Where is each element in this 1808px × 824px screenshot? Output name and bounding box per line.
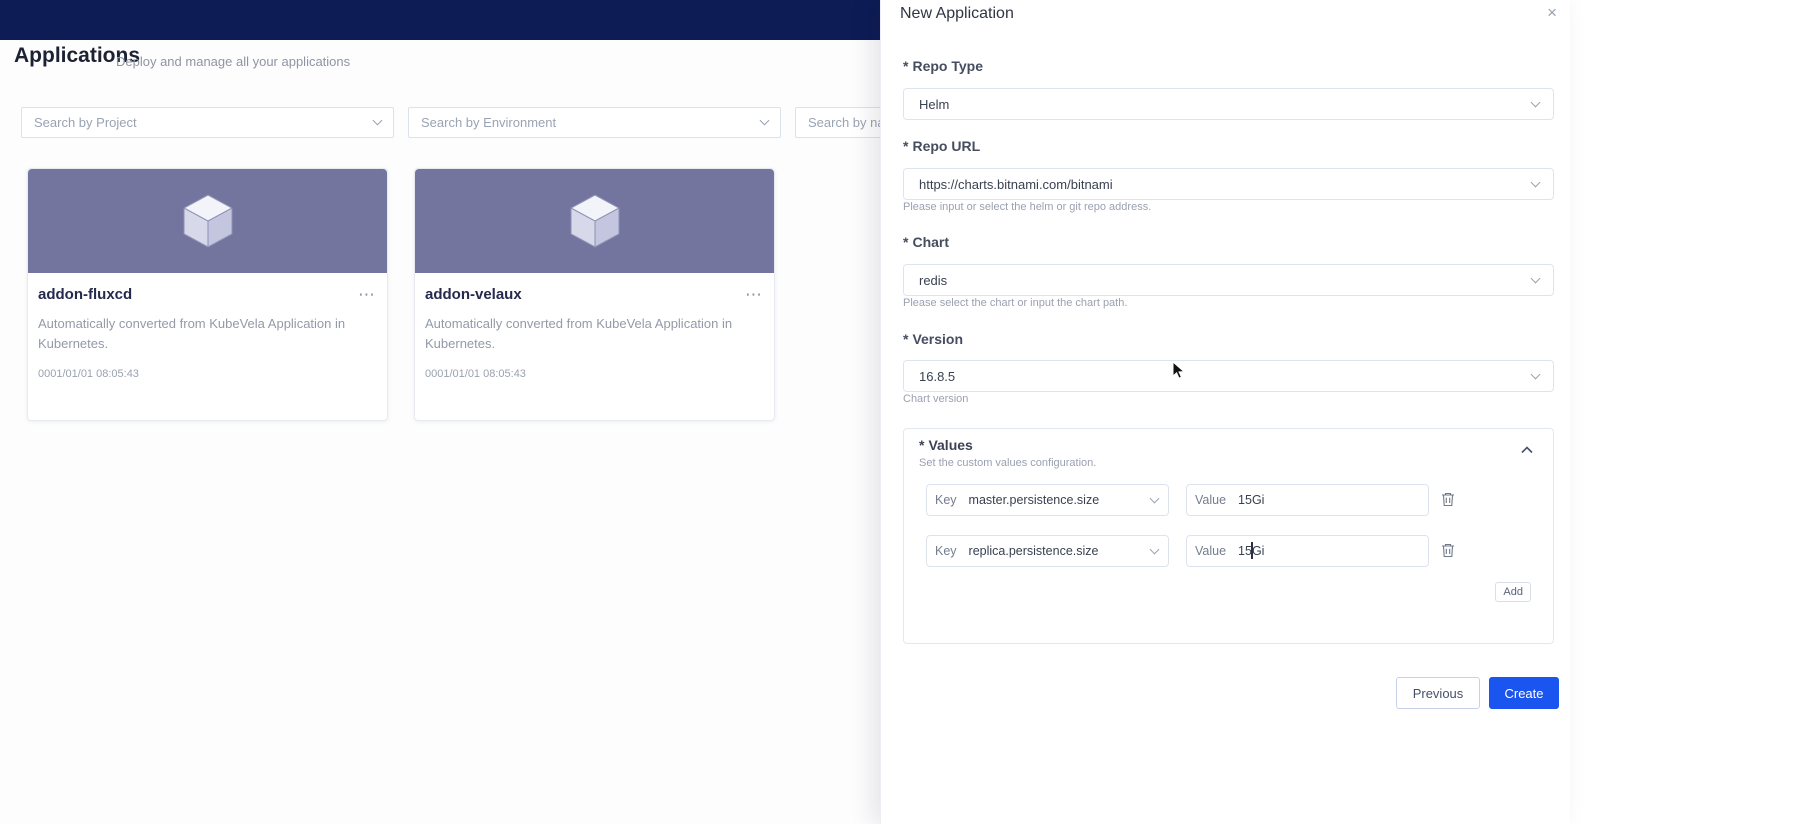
add-value-button[interactable]: Add xyxy=(1495,582,1531,602)
values-key-select[interactable]: Key master.persistence.size xyxy=(926,484,1169,516)
values-section: *Values Set the custom values configurat… xyxy=(903,428,1554,644)
chevron-down-icon xyxy=(373,116,383,126)
project-filter-placeholder: Search by Project xyxy=(34,115,137,130)
value-input[interactable] xyxy=(1238,493,1418,507)
required-mark: * xyxy=(903,58,908,74)
chart-select[interactable]: redis xyxy=(903,264,1554,296)
application-card[interactable]: addon-velaux ⋯ Automatically converted f… xyxy=(414,168,775,421)
page-subtitle: Deploy and manage all your applications xyxy=(116,54,350,69)
create-button[interactable]: Create xyxy=(1489,677,1559,709)
chart-hint: Please select the chart or input the cha… xyxy=(903,297,1127,309)
chevron-down-icon xyxy=(1531,273,1541,283)
repo-type-label-text: Repo Type xyxy=(912,58,983,74)
application-card-body: addon-velaux ⋯ Automatically converted f… xyxy=(415,273,774,380)
key-value: master.persistence.size xyxy=(969,493,1151,507)
application-description: Automatically converted from KubeVela Ap… xyxy=(425,314,764,354)
application-timestamp: 0001/01/01 08:05:43 xyxy=(38,368,377,380)
chart-value: redis xyxy=(919,273,947,288)
chevron-down-icon xyxy=(1531,177,1541,187)
repo-url-label: *Repo URL xyxy=(903,138,980,154)
environment-filter-placeholder: Search by Environment xyxy=(421,115,556,130)
values-label: *Values xyxy=(919,437,973,453)
chevron-down-icon xyxy=(1150,493,1160,503)
new-application-drawer: New Application × *Repo Type Helm *Repo … xyxy=(880,0,1570,824)
repo-url-select[interactable]: https://charts.bitnami.com/bitnami xyxy=(903,168,1554,200)
repo-url-hint: Please input or select the helm or git r… xyxy=(903,201,1151,213)
repo-url-value: https://charts.bitnami.com/bitnami xyxy=(919,177,1113,192)
previous-button[interactable]: Previous xyxy=(1396,677,1480,709)
kubevela-logo-icon xyxy=(182,193,234,249)
key-label: Key xyxy=(935,544,957,558)
version-label-text: Version xyxy=(912,331,963,347)
application-card-cover xyxy=(415,169,774,273)
repo-url-label-text: Repo URL xyxy=(912,138,980,154)
chevron-down-icon xyxy=(1531,97,1541,107)
repo-type-label: *Repo Type xyxy=(903,58,983,74)
project-filter-select[interactable]: Search by Project xyxy=(21,107,394,138)
values-subtitle: Set the custom values configuration. xyxy=(919,457,1096,469)
more-options-icon[interactable]: ⋯ xyxy=(745,290,764,300)
app-window: Applications Deploy and manage all your … xyxy=(0,0,1570,824)
values-label-text: Values xyxy=(928,437,972,453)
values-value-field[interactable]: Value xyxy=(1186,484,1429,516)
repo-type-value: Helm xyxy=(919,97,949,112)
trash-icon[interactable] xyxy=(1441,543,1455,558)
application-name-link[interactable]: addon-velaux xyxy=(425,286,522,303)
version-label: *Version xyxy=(903,331,963,347)
key-label: Key xyxy=(935,493,957,507)
application-timestamp: 0001/01/01 08:05:43 xyxy=(425,368,764,380)
environment-filter-select[interactable]: Search by Environment xyxy=(408,107,781,138)
application-name-link[interactable]: addon-fluxcd xyxy=(38,286,132,303)
version-value: 16.8.5 xyxy=(919,369,955,384)
version-select[interactable]: 16.8.5 xyxy=(903,360,1554,392)
trash-icon[interactable] xyxy=(1441,492,1455,507)
key-value: replica.persistence.size xyxy=(969,544,1151,558)
values-value-field[interactable]: Value xyxy=(1186,535,1429,567)
chevron-down-icon xyxy=(1531,369,1541,379)
version-hint: Chart version xyxy=(903,393,968,405)
required-mark: * xyxy=(919,437,924,453)
required-mark: * xyxy=(903,234,908,250)
chevron-down-icon xyxy=(1150,544,1160,554)
value-label: Value xyxy=(1195,493,1226,507)
application-card-cover xyxy=(28,169,387,273)
required-mark: * xyxy=(903,331,908,347)
kubevela-logo-icon xyxy=(569,193,621,249)
required-mark: * xyxy=(903,138,908,154)
more-options-icon[interactable]: ⋯ xyxy=(358,290,377,300)
application-card-body: addon-fluxcd ⋯ Automatically converted f… xyxy=(28,273,387,380)
value-input[interactable] xyxy=(1238,544,1418,558)
chevron-down-icon xyxy=(760,116,770,126)
chart-label: *Chart xyxy=(903,234,949,250)
text-caret xyxy=(1251,542,1253,559)
application-description: Automatically converted from KubeVela Ap… xyxy=(38,314,377,354)
close-icon[interactable]: × xyxy=(1547,3,1557,23)
value-label: Value xyxy=(1195,544,1226,558)
drawer-title: New Application xyxy=(900,5,1014,23)
application-card[interactable]: addon-fluxcd ⋯ Automatically converted f… xyxy=(27,168,388,421)
chevron-up-icon[interactable] xyxy=(1519,442,1535,458)
repo-type-select[interactable]: Helm xyxy=(903,88,1554,120)
chart-label-text: Chart xyxy=(912,234,949,250)
values-key-select[interactable]: Key replica.persistence.size xyxy=(926,535,1169,567)
